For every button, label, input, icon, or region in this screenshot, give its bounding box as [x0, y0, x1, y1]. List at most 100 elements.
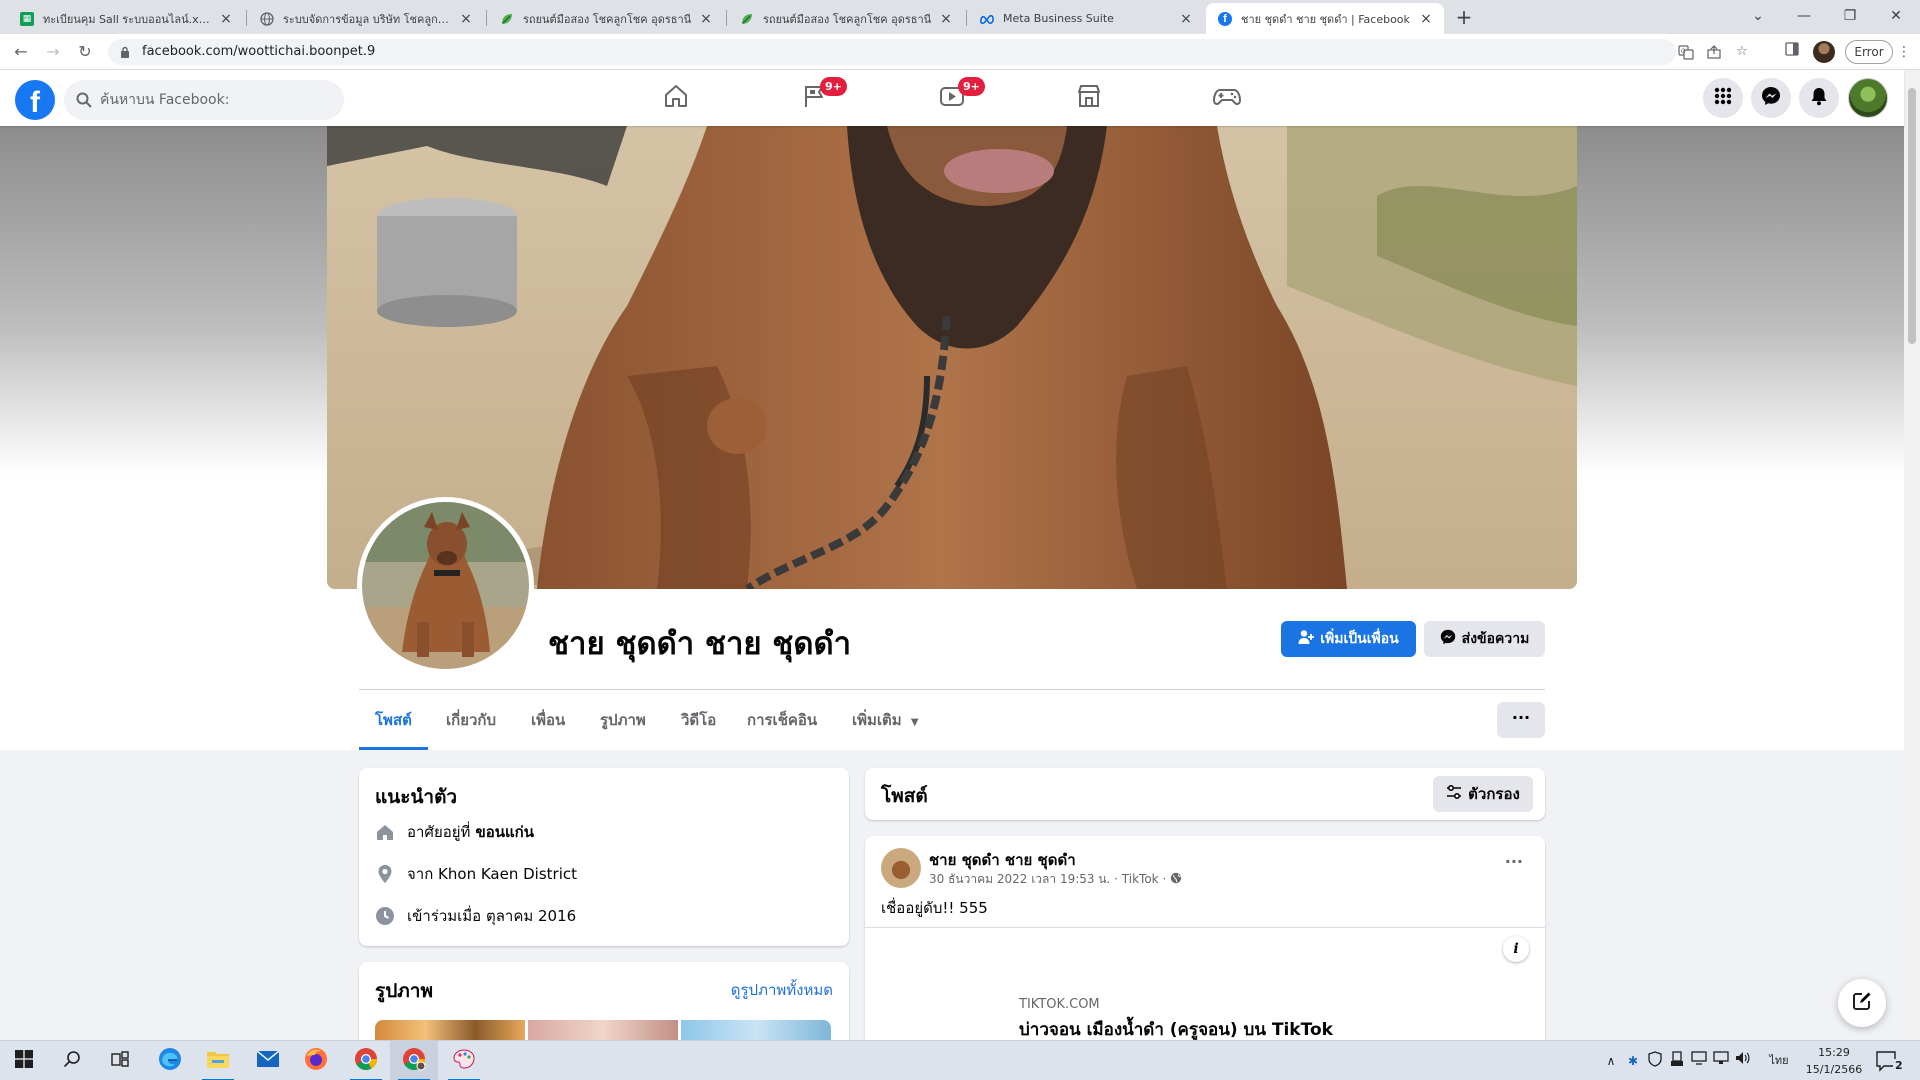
task-view-icon — [111, 1050, 129, 1072]
tab-videos[interactable]: วิดีโอ — [665, 690, 732, 750]
post-author-name[interactable]: ชาย ชุดดำ ชาย ชุดดำ — [929, 848, 1076, 872]
info-icon[interactable]: i — [1503, 936, 1529, 962]
clock-time: 15:29 — [1818, 1046, 1850, 1059]
see-all-photos-link[interactable]: ดูรูปภาพทั้งหมด — [731, 978, 833, 1002]
bookmark-star-icon[interactable]: ☆ — [1734, 44, 1750, 60]
post-timestamp[interactable]: 30 ธันวาคม 2022 เวลา 19:53 น. · TikTok · — [929, 870, 1166, 889]
browser-tab[interactable]: ระบบจัดการข้อมูล บริษัท โชคลูกโชค อ × — [248, 3, 484, 34]
tab-posts[interactable]: โพสต์ — [359, 690, 428, 750]
tab-photos[interactable]: รูปภาพ — [584, 690, 662, 750]
close-window-icon[interactable]: ✕ — [1882, 6, 1910, 26]
close-icon[interactable]: × — [698, 11, 714, 27]
browser-tab[interactable]: ▦ ทะเบียนคุม Sall ระบบออนไลน์.xlsx - G × — [8, 3, 244, 34]
close-icon[interactable]: × — [938, 11, 954, 27]
display-icon[interactable] — [1690, 1051, 1708, 1071]
close-icon[interactable]: × — [458, 11, 474, 27]
intro-lives-value[interactable]: ขอนแก่น — [475, 820, 534, 844]
tab-more-label: เพิ่มเติม — [852, 711, 902, 729]
nav-gaming[interactable] — [1171, 70, 1283, 126]
usb-device-icon[interactable] — [1668, 1051, 1686, 1071]
account-avatar[interactable] — [1848, 78, 1888, 118]
tab-title: ทะเบียนคุม Sall ระบบออนไลน์.xlsx - G — [43, 12, 212, 26]
profile-header-panel — [0, 589, 1904, 750]
tab-search-icon[interactable]: ⌄ — [1744, 6, 1772, 26]
intro-from-text: จาก Khon Kaen District — [407, 865, 578, 883]
add-friend-icon — [1298, 629, 1315, 649]
taskbar-mail[interactable] — [244, 1041, 292, 1080]
back-icon[interactable]: ← — [11, 42, 31, 62]
volume-icon[interactable] — [1734, 1051, 1752, 1071]
browser-tab-active[interactable]: f ชาย ชุดดำ ชาย ชุดดำ | Facebook × — [1206, 3, 1444, 34]
browser-tab[interactable]: Meta Business Suite × — [968, 3, 1204, 34]
share-icon[interactable] — [1706, 44, 1722, 60]
taskbar-chrome[interactable] — [342, 1041, 390, 1080]
browser-menu-icon[interactable]: ⋮ — [1897, 42, 1911, 62]
tab-friends[interactable]: เพื่อน — [515, 690, 581, 750]
link-title[interactable]: บ่าวจอน เมืองน้ำดำ (ครูจอน) บน TikTok — [1019, 1016, 1333, 1043]
network-icon[interactable] — [1712, 1051, 1730, 1071]
facebook-search-input[interactable]: ค้นหาบน Facebook: — [64, 80, 344, 120]
messenger-button[interactable] — [1751, 78, 1791, 118]
facebook-logo-icon[interactable]: f — [15, 80, 55, 120]
reload-icon[interactable]: ↻ — [75, 42, 95, 62]
taskbar-file-explorer[interactable] — [194, 1041, 242, 1080]
notifications-button[interactable] — [1799, 78, 1839, 118]
restore-icon[interactable]: ❐ — [1836, 6, 1864, 26]
posts-title: โพสต์ — [881, 785, 928, 807]
new-message-button[interactable] — [1838, 979, 1886, 1027]
profile-more-options-button[interactable]: ··· — [1497, 702, 1545, 738]
task-view-button[interactable] — [96, 1041, 144, 1080]
bluetooth-icon[interactable]: ✱ — [1624, 1051, 1642, 1071]
new-tab-button[interactable]: + — [1451, 6, 1477, 30]
show-hidden-icons[interactable]: ∧ — [1602, 1051, 1620, 1071]
page-scrollbar[interactable] — [1904, 70, 1920, 1040]
send-message-button[interactable]: ส่งข้อความ — [1424, 621, 1545, 657]
facebook-header: f ค้นหาบน Facebook: 9+ 9+ — [0, 70, 1904, 126]
address-bar[interactable]: facebook.com/woottichai.boonpet.9 G ☆ — [108, 39, 1748, 65]
tab-checkins[interactable]: การเช็คอิน — [731, 690, 833, 750]
taskbar-paint[interactable] — [440, 1041, 488, 1080]
nav-watch[interactable]: 9+ — [896, 70, 1008, 126]
link-domain: TIKTOK.COM — [1019, 997, 1100, 1012]
security-shield-icon[interactable] — [1646, 1051, 1664, 1071]
close-icon[interactable]: × — [218, 11, 234, 27]
filter-button[interactable]: ตัวกรอง — [1433, 776, 1533, 812]
mail-icon — [256, 1050, 280, 1072]
taskbar-edge[interactable] — [146, 1041, 194, 1080]
browser-profile-avatar[interactable] — [1813, 41, 1835, 63]
profile-picture[interactable] — [357, 497, 534, 674]
paint-icon — [452, 1047, 476, 1075]
forward-icon[interactable]: → — [43, 42, 63, 62]
minimize-icon[interactable]: — — [1790, 6, 1818, 26]
post-author-avatar[interactable] — [881, 848, 921, 888]
taskbar-search-button[interactable] — [48, 1041, 96, 1080]
browser-tab[interactable]: รถยนต์มือสอง โชคลูกโชค อุดรธานี × — [728, 3, 964, 34]
nav-pages[interactable]: 9+ — [758, 70, 870, 126]
cover-photo[interactable] — [327, 126, 1577, 589]
home-icon — [662, 82, 690, 114]
start-button[interactable] — [0, 1041, 48, 1080]
tab-about[interactable]: เกี่ยวกับ — [430, 690, 512, 750]
search-icon — [76, 92, 92, 108]
scrollbar-thumb[interactable] — [1908, 88, 1916, 344]
menu-button[interactable] — [1703, 78, 1743, 118]
taskbar-firefox[interactable] — [292, 1041, 340, 1080]
notification-count: 2 — [1893, 1059, 1905, 1072]
nav-home[interactable] — [620, 70, 732, 126]
taskbar-chrome-profile[interactable] — [390, 1041, 438, 1080]
side-panel-icon[interactable] — [1782, 42, 1802, 62]
close-icon[interactable]: × — [1418, 11, 1434, 27]
tab-more[interactable]: เพิ่มเติม ▼ — [836, 690, 935, 750]
add-friend-label: เพิ่มเป็นเพื่อน — [1320, 631, 1399, 647]
nav-marketplace[interactable] — [1033, 70, 1145, 126]
translate-icon[interactable]: G — [1678, 44, 1694, 60]
post-options-button[interactable]: ··· — [1505, 852, 1523, 871]
profile-error-button[interactable]: Error — [1845, 40, 1893, 64]
action-center-button[interactable]: 2 — [1874, 1049, 1905, 1073]
taskbar-clock[interactable]: 15:29 15/1/2566 — [1800, 1044, 1868, 1078]
close-icon[interactable]: × — [1178, 11, 1194, 27]
input-language[interactable]: ไทย — [1764, 1051, 1794, 1071]
search-icon — [63, 1050, 81, 1072]
browser-tab[interactable]: รถยนต์มือสอง โชคลูกโชค อุดรธานี × — [488, 3, 724, 34]
add-friend-button[interactable]: เพิ่มเป็นเพื่อน — [1281, 621, 1416, 657]
